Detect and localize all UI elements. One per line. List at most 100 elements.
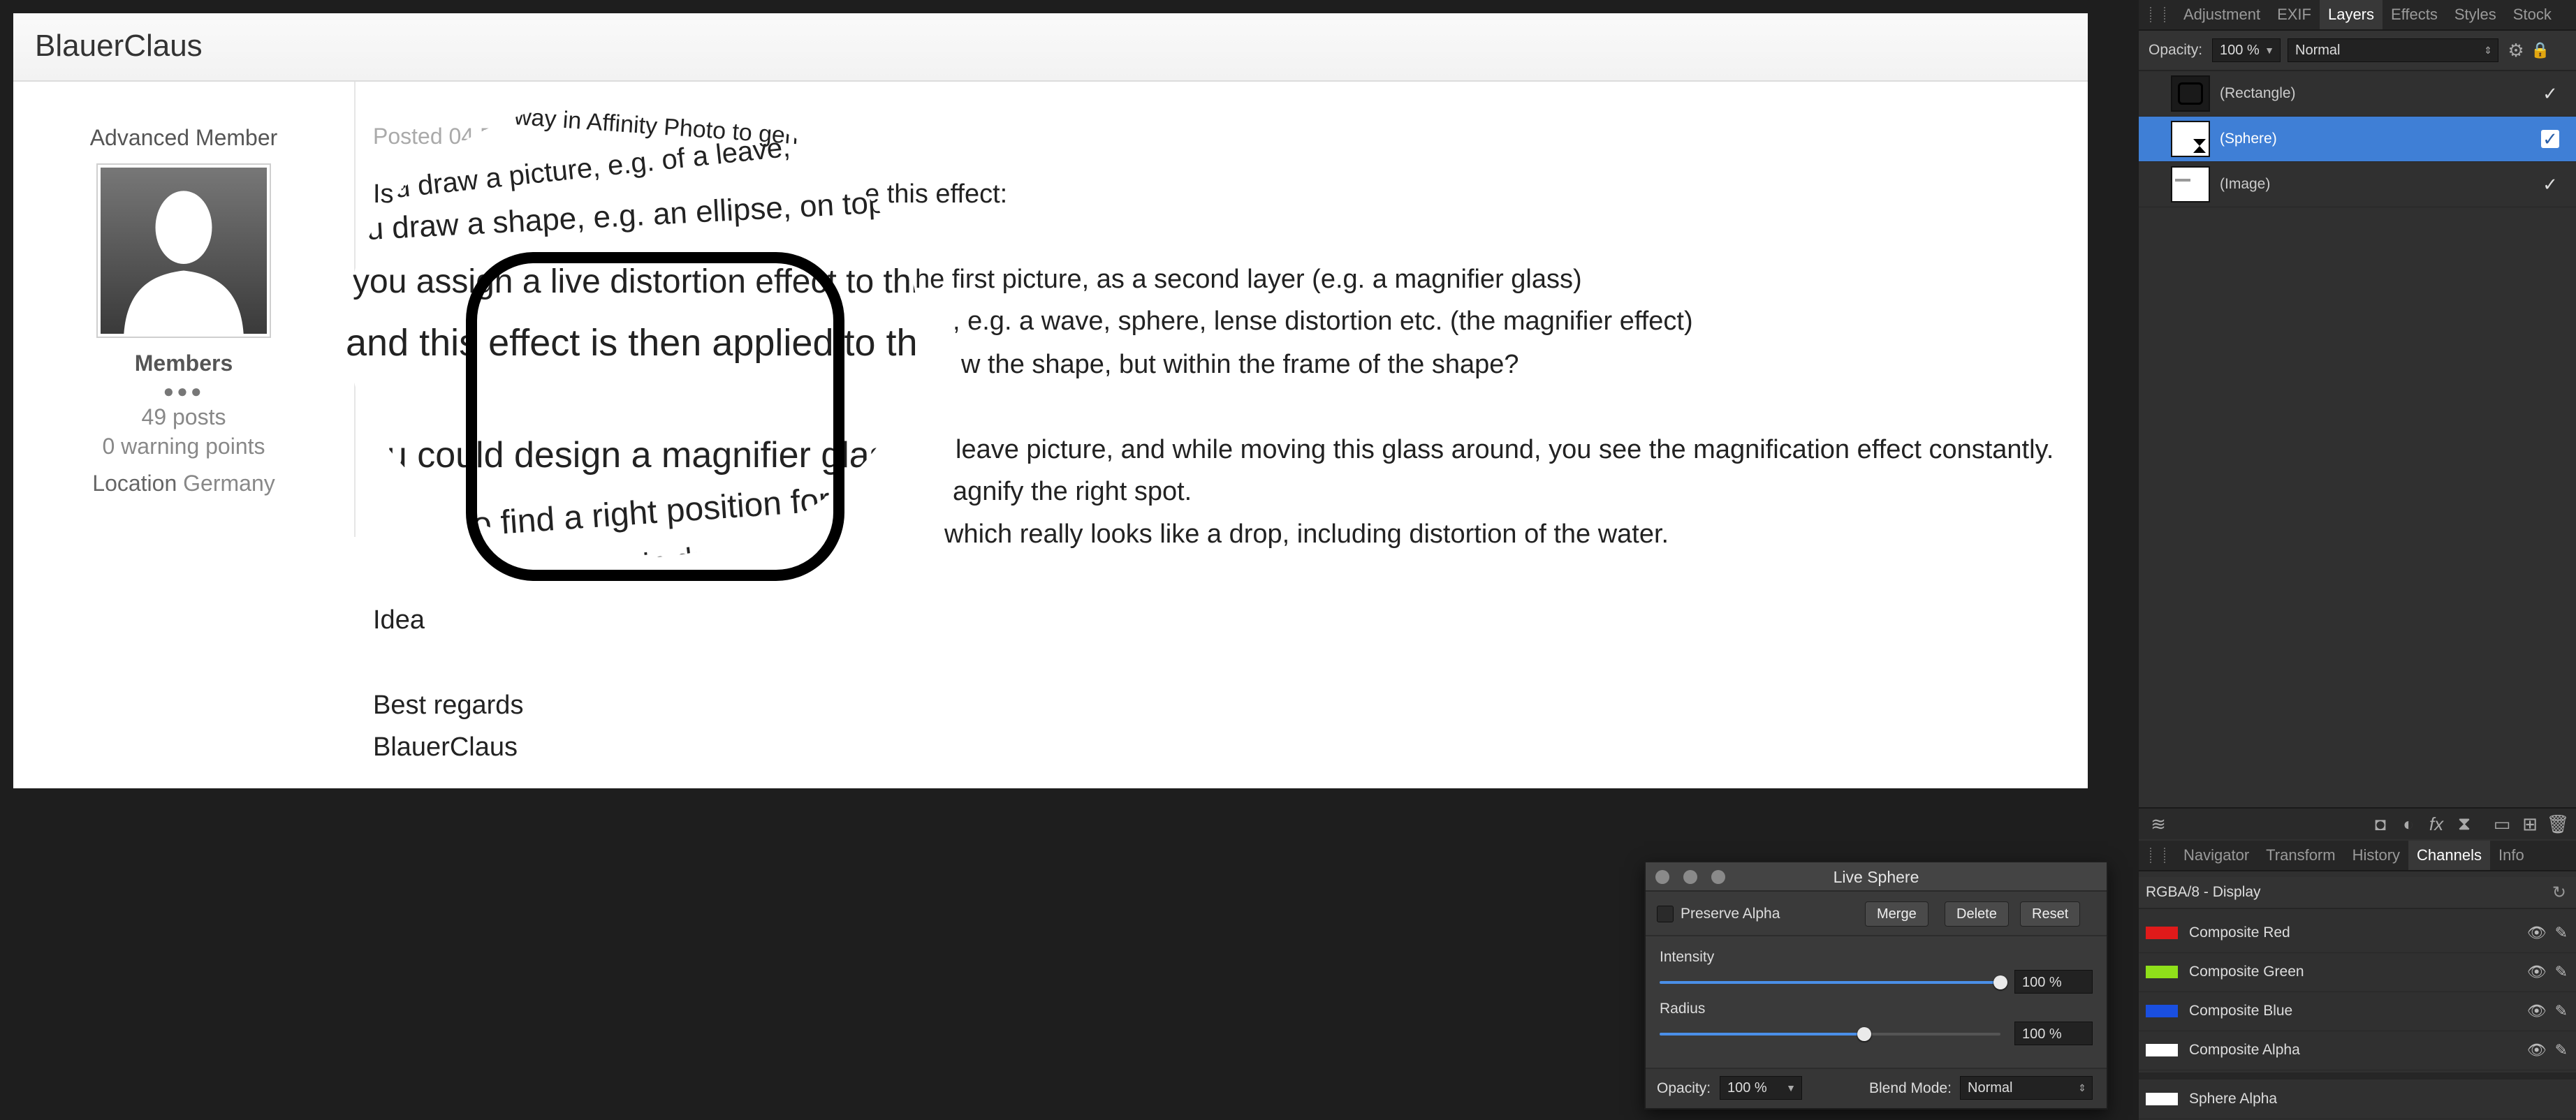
channels-header: RGBA/8 - Display ↻: [2139, 877, 2576, 909]
layer-row-rectangle[interactable]: (Rectangle) ✓: [2139, 71, 2576, 117]
pencil-icon[interactable]: ✎: [2555, 1002, 2568, 1020]
channel-swatch: [2146, 1005, 2178, 1017]
location-value: Germany: [183, 471, 275, 496]
add-layer-icon[interactable]: ⊞: [2516, 813, 2544, 835]
layer-opacity-dropdown[interactable]: 100 % ▼: [2212, 38, 2281, 62]
blend-mode-label: Blend Mode:: [1869, 1080, 1952, 1096]
pencil-icon[interactable]: ✎: [2555, 963, 2568, 981]
sphere-distortion-layer[interactable]: way in Affinity Photo to gen u draw a pi…: [346, 97, 960, 628]
dialog-footer: Opacity: 100 % ▼ Blend Mode: Normal ⇕: [1646, 1068, 2107, 1108]
channel-name: Composite Green: [2189, 964, 2304, 980]
eye-icon[interactable]: 👁: [2527, 1041, 2547, 1059]
dialog-titlebar[interactable]: Live Sphere: [1646, 862, 2107, 892]
lock-icon[interactable]: 🔒: [2531, 41, 2549, 59]
layer-controls: Opacity: 100 % ▼ Normal ⇕ ⚙ 🔒: [2139, 31, 2576, 71]
radius-slider[interactable]: [1660, 1027, 2000, 1041]
tab-exif[interactable]: EXIF: [2269, 0, 2320, 29]
tab-transform[interactable]: Transform: [2257, 841, 2343, 870]
pencil-icon[interactable]: ✎: [2555, 1041, 2568, 1059]
tab-info[interactable]: Info: [2490, 841, 2533, 870]
preserve-alpha-checkbox[interactable]: [1657, 906, 1674, 922]
tab-history[interactable]: History: [2344, 841, 2408, 870]
tab-navigator[interactable]: Navigator: [2175, 841, 2257, 870]
reset-button[interactable]: Reset: [2020, 901, 2081, 927]
radius-input[interactable]: 100 %: [2014, 1022, 2093, 1045]
tab-styles[interactable]: Styles: [2446, 0, 2505, 29]
live-sphere-dialog: Live Sphere Preserve Alpha Merge Delete …: [1644, 861, 2108, 1110]
tab-adjustment[interactable]: Adjustment: [2175, 0, 2269, 29]
post-line: BlauerClaus: [373, 732, 518, 762]
layers-tabbar: Adjustment EXIF Layers Effects Styles St…: [2139, 0, 2576, 31]
adjustment-icon[interactable]: ◐: [2394, 813, 2422, 835]
layer-name: (Image): [2220, 176, 2271, 192]
folder-icon[interactable]: ▭: [2488, 813, 2516, 835]
fx-icon[interactable]: fx: [2422, 813, 2450, 835]
tab-effects[interactable]: Effects: [2383, 0, 2446, 29]
channel-name: Composite Red: [2189, 924, 2290, 941]
intensity-thumb[interactable]: [1993, 975, 2007, 989]
channel-row-red[interactable]: Composite Red 👁 ✎: [2139, 913, 2576, 953]
preserve-alpha-label: Preserve Alpha: [1681, 906, 1780, 922]
post-line: agnify the right spot.: [953, 477, 1192, 506]
mask-icon[interactable]: ◘: [2366, 813, 2394, 835]
eye-icon[interactable]: 👁: [2527, 924, 2547, 942]
channel-name: Sphere Alpha: [2189, 1091, 2278, 1107]
channel-row-blue[interactable]: Composite Blue 👁 ✎: [2139, 992, 2576, 1031]
layer-row-image[interactable]: (Image) ✓: [2139, 162, 2576, 207]
author-info: Advanced Member Members ●●● 49 posts 0 w…: [13, 82, 354, 496]
post-header: BlauerClaus: [13, 13, 2088, 82]
live-filter-icon[interactable]: ⧗: [2450, 813, 2478, 835]
right-studio-panel: Adjustment EXIF Layers Effects Styles St…: [2139, 0, 2576, 1120]
tab-layers[interactable]: Layers: [2319, 0, 2383, 29]
gear-icon[interactable]: ⚙: [2505, 40, 2526, 61]
trash-icon[interactable]: 🗑: [2544, 813, 2572, 835]
dialog-opacity-dropdown[interactable]: 100 % ▼: [1720, 1076, 1802, 1100]
rank-pips: ●●●: [163, 381, 205, 401]
post-line: which really looks like a drop, includin…: [944, 520, 1669, 549]
delete-button[interactable]: Delete: [1945, 901, 2009, 927]
channel-row-green[interactable]: Composite Green 👁 ✎: [2139, 952, 2576, 992]
visibility-check-icon[interactable]: ✓: [2541, 130, 2559, 148]
intensity-input[interactable]: 100 %: [2014, 970, 2093, 994]
merge-button[interactable]: Merge: [1865, 901, 1929, 927]
panel-grip-icon[interactable]: [2150, 7, 2165, 22]
intensity-fill: [1660, 981, 2000, 984]
intensity-slider[interactable]: [1660, 975, 2007, 989]
document-canvas[interactable]: BlauerClaus Advanced Member Members ●●● …: [13, 13, 2088, 788]
pencil-icon[interactable]: ✎: [2555, 924, 2568, 942]
blend-mode-dropdown[interactable]: Normal ⇕: [2288, 38, 2499, 62]
dialog-actions: Preserve Alpha Merge Delete Reset: [1646, 893, 2107, 936]
channels-tabbar: Navigator Transform History Channels Inf…: [2139, 841, 2576, 871]
visibility-check-icon[interactable]: ✓: [2541, 84, 2559, 103]
avatar-silhouette-icon: [101, 168, 267, 334]
color-format-label: RGBA/8 - Display: [2146, 884, 2261, 900]
channels-separator: [2139, 1073, 2576, 1080]
location-label: Location: [92, 471, 177, 496]
layers-stack-icon[interactable]: ≋: [2144, 813, 2172, 835]
dialog-title: Live Sphere: [1833, 868, 1919, 886]
sphere-text: you assign a live distortion effect to t…: [353, 263, 960, 300]
channel-row-sphere-alpha[interactable]: Sphere Alpha: [2139, 1080, 2576, 1119]
refresh-icon[interactable]: ↻: [2552, 883, 2566, 903]
channel-name: Composite Blue: [2189, 1003, 2293, 1019]
channel-swatch: [2146, 927, 2178, 939]
panel-grip-icon[interactable]: [2150, 848, 2165, 863]
channel-row-alpha[interactable]: Composite Alpha 👁 ✎: [2139, 1031, 2576, 1070]
chevron-down-icon: ▼: [1786, 1082, 1796, 1093]
dialog-blend-value: Normal: [1968, 1080, 2013, 1096]
post-author-name: BlauerClaus: [35, 29, 203, 63]
updown-arrows-icon: ⇕: [2078, 1082, 2086, 1093]
radius-thumb[interactable]: [1857, 1027, 1871, 1041]
channel-swatch: [2146, 1044, 2178, 1056]
visibility-check-icon[interactable]: ✓: [2541, 175, 2559, 193]
channel-name: Composite Alpha: [2189, 1042, 2300, 1058]
layer-row-sphere[interactable]: (Sphere) ✓: [2139, 117, 2576, 162]
dialog-blend-dropdown[interactable]: Normal ⇕: [1960, 1076, 2093, 1100]
eye-icon[interactable]: 👁: [2527, 963, 2547, 981]
layer-name: (Sphere): [2220, 131, 2277, 147]
chevron-down-icon: ▼: [2264, 45, 2275, 56]
layer-thumbnail: [2171, 121, 2210, 157]
tab-stock[interactable]: Stock: [2505, 0, 2560, 29]
eye-icon[interactable]: 👁: [2527, 1002, 2547, 1020]
tab-channels[interactable]: Channels: [2408, 841, 2490, 870]
